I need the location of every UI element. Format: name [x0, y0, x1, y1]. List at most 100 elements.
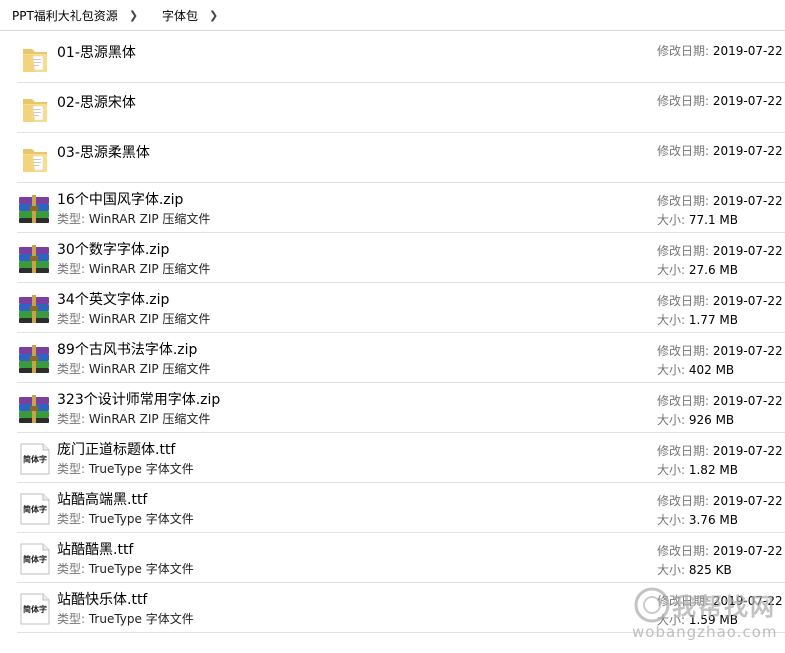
modified-value: 2019-07-22 1	[712, 44, 785, 58]
address-bar[interactable]: PPT福利大礼包资源 ❯ 字体包 ❯	[0, 0, 785, 31]
file-type-value: WinRAR ZIP 压缩文件	[88, 312, 211, 326]
file-size: 大小: 27.6 MB	[657, 261, 738, 278]
type-label: 类型:	[57, 612, 89, 626]
modified-value: 2019-07-22 1	[712, 444, 785, 458]
type-label: 类型:	[57, 412, 89, 426]
size-label: 大小:	[657, 313, 689, 327]
svg-text:简体字: 简体字	[23, 454, 47, 464]
file-type-value: TrueType 字体文件	[88, 462, 194, 476]
modified-value: 2019-07-22 1	[712, 544, 785, 558]
modified-value: 2019-07-22 1	[712, 244, 785, 258]
type-label: 类型:	[57, 512, 89, 526]
file-name[interactable]: 03-思源柔黑体	[57, 142, 150, 162]
svg-text:简体字: 简体字	[23, 554, 47, 564]
modified-date: 修改日期: 2019-07-22 1	[657, 492, 785, 509]
type-label: 类型:	[57, 312, 89, 326]
font-file-icon: 简体字	[20, 443, 50, 475]
file-row[interactable]: 03-思源柔黑体 修改日期: 2019-07-22 1	[17, 133, 785, 183]
folder-icon	[23, 99, 47, 122]
file-name[interactable]: 89个古风书法字体.zip	[57, 339, 197, 359]
modified-date: 修改日期: 2019-07-22 1	[657, 442, 785, 459]
file-size-value: 1.82 MB	[688, 463, 738, 477]
file-size: 大小: 1.77 MB	[657, 311, 738, 328]
modified-date: 修改日期: 2019-07-22 1	[657, 592, 785, 609]
file-size-value: 825 KB	[688, 563, 732, 577]
file-name[interactable]: 323个设计师常用字体.zip	[57, 389, 220, 409]
file-row[interactable]: 89个古风书法字体.zip 类型: WinRAR ZIP 压缩文件 修改日期: 20…	[17, 333, 785, 383]
modified-value: 2019-07-22 1	[712, 594, 785, 608]
modified-date: 修改日期: 2019-07-22 1	[657, 342, 785, 359]
file-row[interactable]: 16个中国风字体.zip 类型: WinRAR ZIP 压缩文件 修改日期: 201…	[17, 183, 785, 233]
modified-label: 修改日期:	[657, 294, 713, 308]
file-size: 大小: 77.1 MB	[657, 211, 738, 228]
file-row[interactable]: 34个英文字体.zip 类型: WinRAR ZIP 压缩文件 修改日期: 2019…	[17, 283, 785, 333]
modified-label: 修改日期:	[657, 144, 713, 158]
type-label: 类型:	[57, 262, 89, 276]
svg-text:简体字: 简体字	[23, 604, 47, 614]
winrar-archive-icon	[19, 245, 49, 273]
winrar-archive-icon	[19, 345, 49, 373]
file-name[interactable]: 站酷酷黑.ttf	[57, 539, 133, 559]
file-size-value: 1.77 MB	[688, 313, 738, 327]
file-row[interactable]: 30个数字字体.zip 类型: WinRAR ZIP 压缩文件 修改日期: 2019…	[17, 233, 785, 283]
winrar-archive-icon	[19, 295, 49, 323]
file-size: 大小: 1.82 MB	[657, 461, 738, 478]
file-name[interactable]: 02-思源宋体	[57, 92, 136, 112]
size-label: 大小:	[657, 513, 689, 527]
modified-label: 修改日期:	[657, 44, 713, 58]
modified-label: 修改日期:	[657, 444, 713, 458]
file-type-value: WinRAR ZIP 压缩文件	[88, 412, 211, 426]
file-row[interactable]: 01-思源黑体 修改日期: 2019-07-22 1	[17, 33, 785, 83]
svg-text:简体字: 简体字	[23, 504, 47, 514]
file-size-value: 1.59 MB	[688, 613, 738, 627]
modified-value: 2019-07-22 1	[712, 194, 785, 208]
size-label: 大小:	[657, 213, 689, 227]
modified-label: 修改日期:	[657, 544, 713, 558]
modified-date: 修改日期: 2019-07-22 1	[657, 42, 785, 59]
file-type-value: TrueType 字体文件	[88, 512, 194, 526]
file-type: 类型: WinRAR ZIP 压缩文件	[57, 210, 210, 227]
file-row[interactable]: 简体字 庞门正道标题体.ttf 类型: TrueType 字体文件 修改日期: 201…	[17, 433, 785, 483]
file-type-value: TrueType 字体文件	[88, 562, 194, 576]
modified-value: 2019-07-22 1	[712, 144, 785, 158]
file-type: 类型: TrueType 字体文件	[57, 610, 194, 627]
modified-value: 2019-07-22 1	[712, 94, 785, 108]
modified-value: 2019-07-22 1	[712, 394, 785, 408]
modified-date: 修改日期: 2019-07-22 1	[657, 192, 785, 209]
file-type: 类型: WinRAR ZIP 压缩文件	[57, 360, 210, 377]
chevron-right-icon[interactable]: ❯	[129, 9, 138, 22]
modified-date: 修改日期: 2019-07-22 1	[657, 392, 785, 409]
modified-label: 修改日期:	[657, 594, 713, 608]
modified-label: 修改日期:	[657, 94, 713, 108]
file-type: 类型: WinRAR ZIP 压缩文件	[57, 410, 210, 427]
file-name[interactable]: 站酷高端黑.ttf	[57, 489, 147, 509]
file-name[interactable]: 庞门正道标题体.ttf	[57, 439, 175, 459]
file-name[interactable]: 34个英文字体.zip	[57, 289, 169, 309]
file-size-value: 402 MB	[688, 363, 735, 377]
file-row[interactable]: 简体字 站酷高端黑.ttf 类型: TrueType 字体文件 修改日期: 2019-…	[17, 483, 785, 533]
file-name[interactable]: 01-思源黑体	[57, 42, 136, 62]
file-type-value: WinRAR ZIP 压缩文件	[88, 212, 211, 226]
file-row[interactable]: 02-思源宋体 修改日期: 2019-07-22 1	[17, 83, 785, 133]
file-row[interactable]: 简体字 站酷酷黑.ttf 类型: TrueType 字体文件 修改日期: 2019-0…	[17, 533, 785, 583]
modified-value: 2019-07-22 1	[712, 494, 785, 508]
file-size-value: 77.1 MB	[688, 213, 738, 227]
type-label: 类型:	[57, 462, 89, 476]
file-name[interactable]: 16个中国风字体.zip	[57, 189, 183, 209]
file-type: 类型: WinRAR ZIP 压缩文件	[57, 310, 210, 327]
file-size: 大小: 1.59 MB	[657, 611, 738, 628]
file-type: 类型: WinRAR ZIP 压缩文件	[57, 260, 210, 277]
modified-date: 修改日期: 2019-07-22 1	[657, 542, 785, 559]
file-size: 大小: 926 MB	[657, 411, 734, 428]
breadcrumb-item-root[interactable]: PPT福利大礼包资源	[12, 7, 118, 24]
file-row[interactable]: 323个设计师常用字体.zip 类型: WinRAR ZIP 压缩文件 修改日期: …	[17, 383, 785, 433]
file-type: 类型: TrueType 字体文件	[57, 510, 194, 527]
modified-value: 2019-07-22 1	[712, 344, 785, 358]
font-file-icon: 简体字	[20, 543, 50, 575]
chevron-right-icon[interactable]: ❯	[209, 9, 218, 22]
file-row[interactable]: 简体字 站酷快乐体.ttf 类型: TrueType 字体文件 修改日期: 2019-…	[17, 583, 785, 633]
file-name[interactable]: 30个数字字体.zip	[57, 239, 169, 259]
file-name[interactable]: 站酷快乐体.ttf	[57, 589, 147, 609]
breadcrumb-item-current[interactable]: 字体包	[162, 7, 198, 24]
type-label: 类型:	[57, 362, 89, 376]
